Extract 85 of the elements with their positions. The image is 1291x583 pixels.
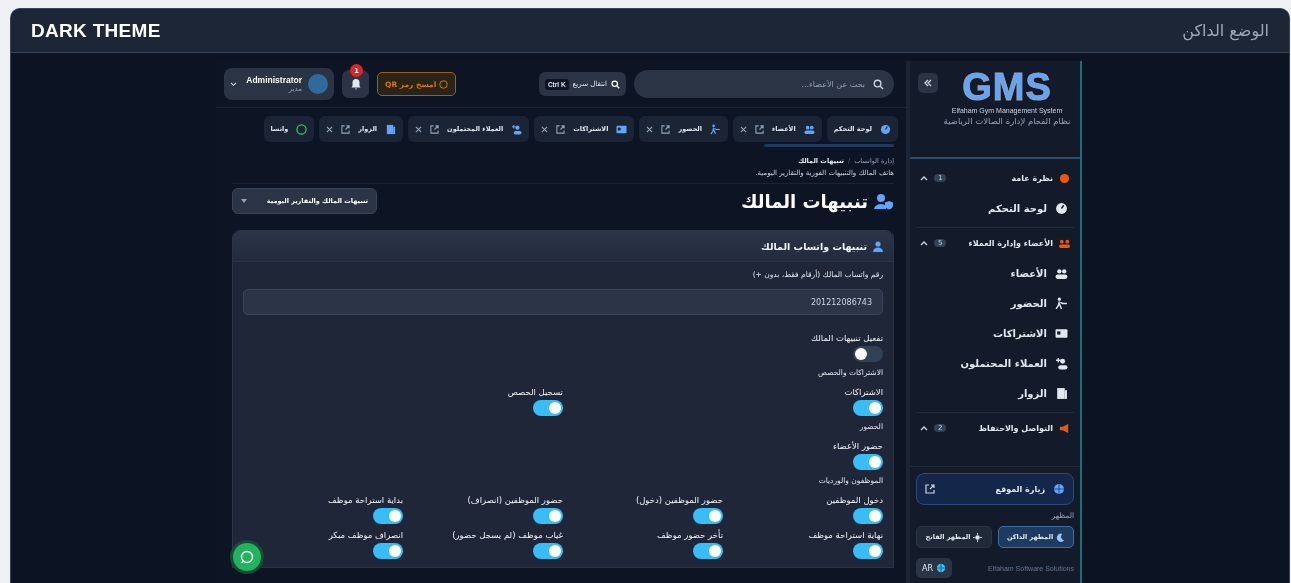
section-icon (1059, 172, 1070, 184)
external-link-icon[interactable] (661, 124, 671, 134)
toggle-switch[interactable] (693, 543, 723, 559)
toggle-switch[interactable] (533, 508, 563, 524)
phone-field[interactable]: 201212086743 (243, 289, 883, 315)
nav-icon (1055, 296, 1068, 310)
toggle-label: تأخر حضور موظف (657, 530, 723, 540)
tab-scrollbar[interactable] (764, 144, 894, 147)
person-shield-icon (874, 192, 894, 210)
app-name: نظام الفحام لإدارة الصالات الرياضية (943, 116, 1071, 127)
nav-item[interactable]: العملاء المحتملون (916, 348, 1074, 378)
nav-item[interactable]: الأعضاء (916, 258, 1074, 288)
moon-icon (1056, 532, 1066, 542)
language-button[interactable]: AR (916, 558, 953, 578)
toggle-label: غياب موظف (لم يسجل حضور) (452, 530, 563, 540)
toggle-label: نهاية استراحة موظف (808, 530, 883, 540)
close-icon[interactable] (326, 125, 334, 133)
frame-title: DARK THEME (31, 19, 161, 42)
logo: GMS (962, 67, 1052, 107)
external-link-icon[interactable] (556, 124, 566, 134)
section-icon (1059, 422, 1070, 434)
toggle-switch[interactable] (533, 543, 563, 559)
chevron-icon (230, 81, 237, 87)
nav-item[interactable]: الاشتراكات (916, 318, 1074, 348)
globe-icon (1053, 483, 1065, 495)
toggle-switch[interactable] (373, 543, 403, 559)
toggle-switch[interactable] (693, 508, 723, 524)
toggle-switch[interactable] (853, 400, 883, 416)
nav-icon (1055, 266, 1068, 280)
bell-icon (349, 78, 362, 90)
toggle-label: تفعيل تنبيهات المالك (811, 333, 883, 343)
search-icon (873, 78, 884, 90)
toggle-label: حضور الأعضاء (832, 441, 883, 451)
close-icon[interactable] (646, 125, 654, 133)
external-link-icon (925, 484, 935, 494)
close-icon[interactable] (415, 125, 423, 133)
toggle-switch[interactable] (853, 508, 883, 524)
external-link-icon[interactable] (341, 124, 351, 134)
close-icon[interactable] (740, 125, 747, 133)
toggle-switch[interactable] (853, 454, 883, 470)
section-icon (1059, 237, 1070, 249)
nav-icon (1055, 386, 1068, 400)
toggle-label: الاشتراكات (844, 387, 883, 397)
nav-item[interactable]: الزوار (916, 378, 1074, 408)
external-link-icon[interactable] (430, 124, 440, 134)
person-icon (873, 240, 883, 252)
card-title: تنبيهات واتساب المالك (761, 240, 867, 252)
sun-icon (973, 532, 983, 542)
tab-icon (511, 123, 523, 135)
close-icon[interactable] (541, 125, 549, 133)
search-field[interactable]: بحث عن الأعضاء... (634, 70, 894, 98)
external-link-icon[interactable] (755, 124, 764, 134)
notifications-button[interactable] (342, 70, 369, 98)
toggle-switch[interactable] (853, 346, 883, 362)
toggle-switch[interactable] (853, 543, 883, 559)
globe-icon (936, 563, 947, 573)
tab-icon (710, 123, 721, 135)
nav-item[interactable]: لوحة التحكم (916, 193, 1074, 223)
nav-icon (1055, 326, 1068, 340)
toggle-label: تسجيل الحصص (507, 387, 563, 397)
whatsapp-button[interactable] (230, 540, 264, 574)
search-input[interactable]: بحث عن الأعضاء... (644, 78, 867, 90)
visit-site-button[interactable]: زيارة الموقع (916, 473, 1074, 505)
page-title: تنبيهات المالك (740, 190, 868, 212)
toggle-label: بداية استراحة موظف (328, 495, 403, 505)
toggle-switch[interactable] (373, 508, 403, 524)
collapse-button[interactable] (918, 73, 938, 93)
tab-icon (803, 123, 815, 135)
tab-icon (616, 123, 628, 135)
toggle-label: حضور الموظفين (انصراف) (467, 495, 563, 505)
tab-icon (296, 123, 308, 135)
search-icon (611, 79, 620, 89)
toggle-label: انصراف موظف مبكر (328, 530, 403, 540)
dropdown-arrow-icon (241, 199, 247, 203)
nav-item[interactable]: الحضور (916, 288, 1074, 318)
toggle-label: حضور الموظفين (دخول) (635, 495, 723, 505)
nav-icon (1055, 201, 1068, 215)
double-chevron-icon (923, 78, 933, 88)
nav-icon (1055, 356, 1068, 370)
toggle-label: دخول الموظفين (826, 495, 883, 505)
toggle-switch[interactable] (533, 400, 563, 416)
avatar (308, 74, 328, 94)
frame-title-arabic: الوضع الداكن (1182, 21, 1269, 40)
tab-icon (880, 123, 891, 135)
tab-icon (385, 123, 397, 135)
